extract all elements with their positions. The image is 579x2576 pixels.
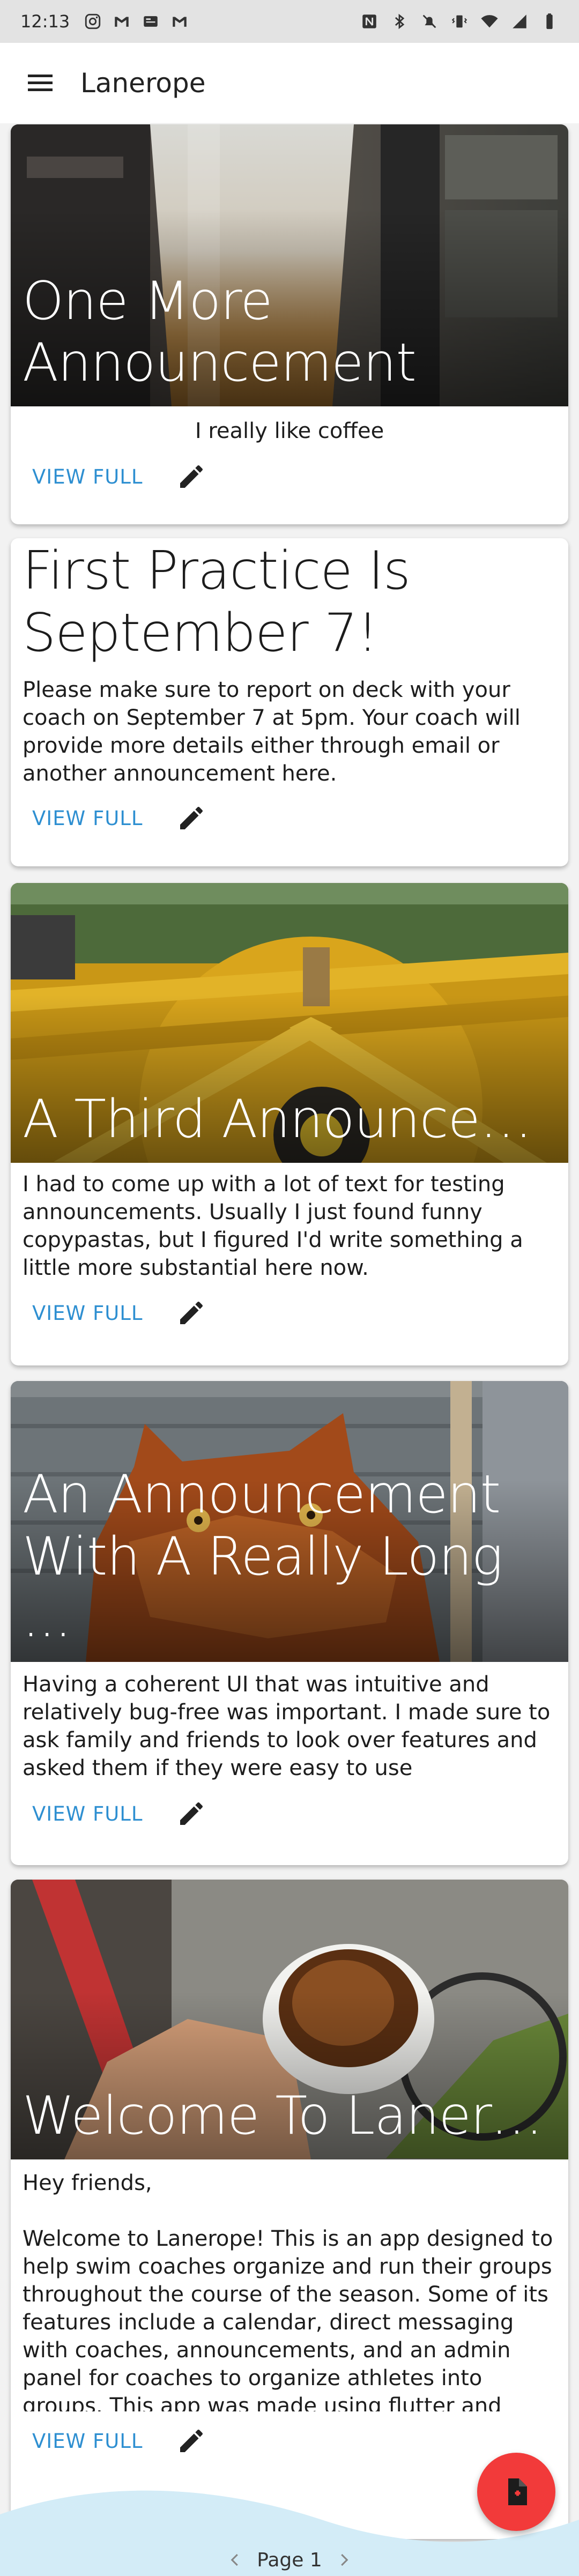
announcement-image: Welcome To Lanerope! — [11, 1880, 568, 2159]
mute-icon — [422, 14, 436, 28]
status-time: 12:13 — [20, 11, 70, 32]
announcement-image: One More Announcement — [11, 124, 568, 406]
menu-button[interactable] — [0, 43, 80, 123]
instagram-icon — [85, 13, 101, 29]
hamburger-menu-icon — [28, 75, 53, 91]
view-full-button[interactable]: VIEW FULL — [32, 1802, 143, 1825]
edit-pencil-icon — [180, 1802, 203, 1825]
announcement-card[interactable]: An Announcement With A Really Long ... H… — [11, 1381, 568, 1865]
page-indicator: Page 1 — [257, 2549, 322, 2571]
add-document-icon — [508, 2478, 527, 2505]
edit-pencil-icon — [180, 807, 203, 830]
pagination: Page 1 — [0, 2544, 579, 2576]
edit-button[interactable] — [174, 1296, 209, 1330]
gmail-icon — [173, 17, 187, 27]
edit-pencil-icon — [180, 2429, 203, 2452]
vibrate-icon — [451, 15, 467, 28]
announcement-image: An Announcement With A Really Long ... — [11, 1381, 568, 1662]
view-full-button[interactable]: VIEW FULL — [32, 2430, 143, 2453]
status-bar: 12:13 — [0, 0, 579, 43]
announcement-title: First Practice Is September 7! — [23, 540, 411, 664]
edit-button[interactable] — [174, 801, 209, 835]
previous-page-button[interactable] — [225, 2549, 246, 2571]
card-actions: VIEW FULL — [11, 445, 568, 508]
nfc-icon — [362, 14, 376, 28]
edit-pencil-icon — [180, 465, 203, 488]
battery-icon — [546, 13, 553, 29]
announcement-body: Welcome to Lanerope! This is an app desi… — [23, 2226, 553, 2411]
announcement-card[interactable]: One More Announcement I really like coff… — [11, 124, 568, 524]
view-full-button[interactable]: VIEW FULL — [32, 807, 143, 830]
gmail-icon — [115, 17, 129, 27]
next-page-button[interactable] — [333, 2549, 354, 2571]
view-full-button[interactable]: VIEW FULL — [32, 1302, 143, 1325]
edit-button[interactable] — [174, 1796, 209, 1831]
wifi-icon — [481, 15, 498, 28]
announcement-title: Welcome To Lanerope! — [23, 2085, 561, 2147]
app-title: Lanerope — [80, 68, 206, 99]
chevron-left-icon — [231, 2553, 239, 2566]
app-bar: Lanerope — [0, 43, 579, 123]
announcement-title: An Announcement With A Really Long ... — [23, 1464, 503, 1650]
announcement-card[interactable]: First Practice Is September 7! Please ma… — [11, 538, 568, 866]
announcement-title: One More Announcement — [23, 270, 417, 394]
announcement-card[interactable]: A Third Announcement I had to come up wi… — [11, 883, 568, 1365]
announcement-image: A Third Announcement — [11, 883, 568, 1163]
view-full-button[interactable]: VIEW FULL — [32, 465, 143, 488]
edit-button[interactable] — [174, 2424, 209, 2458]
announcement-body: Having a coherent UI that was intuitive … — [23, 1672, 551, 1780]
notification-icons — [84, 12, 189, 31]
bluetooth-icon — [395, 13, 405, 29]
edit-pencil-icon — [180, 1301, 203, 1324]
news-icon — [144, 16, 158, 27]
announcement-body: I had to come up with a lot of text for … — [23, 1172, 523, 1280]
announcement-title: A Third Announcement — [23, 1089, 561, 1150]
system-icons — [360, 12, 559, 31]
chevron-right-icon — [340, 2553, 348, 2566]
signal-icon — [513, 14, 526, 28]
announcement-card[interactable]: Welcome To Lanerope! Hey friends, Welcom… — [11, 1880, 568, 2539]
announcement-body: Please make sure to report on deck with … — [23, 678, 521, 786]
announcement-body: I really like coffee — [195, 419, 384, 443]
card-actions: VIEW FULL — [11, 1282, 568, 1344]
card-actions: VIEW FULL — [11, 1782, 568, 1845]
edit-button[interactable] — [174, 459, 209, 494]
announcement-intro: Hey friends, — [23, 2171, 152, 2195]
add-announcement-button[interactable] — [477, 2453, 555, 2531]
card-actions: VIEW FULL — [11, 788, 568, 849]
